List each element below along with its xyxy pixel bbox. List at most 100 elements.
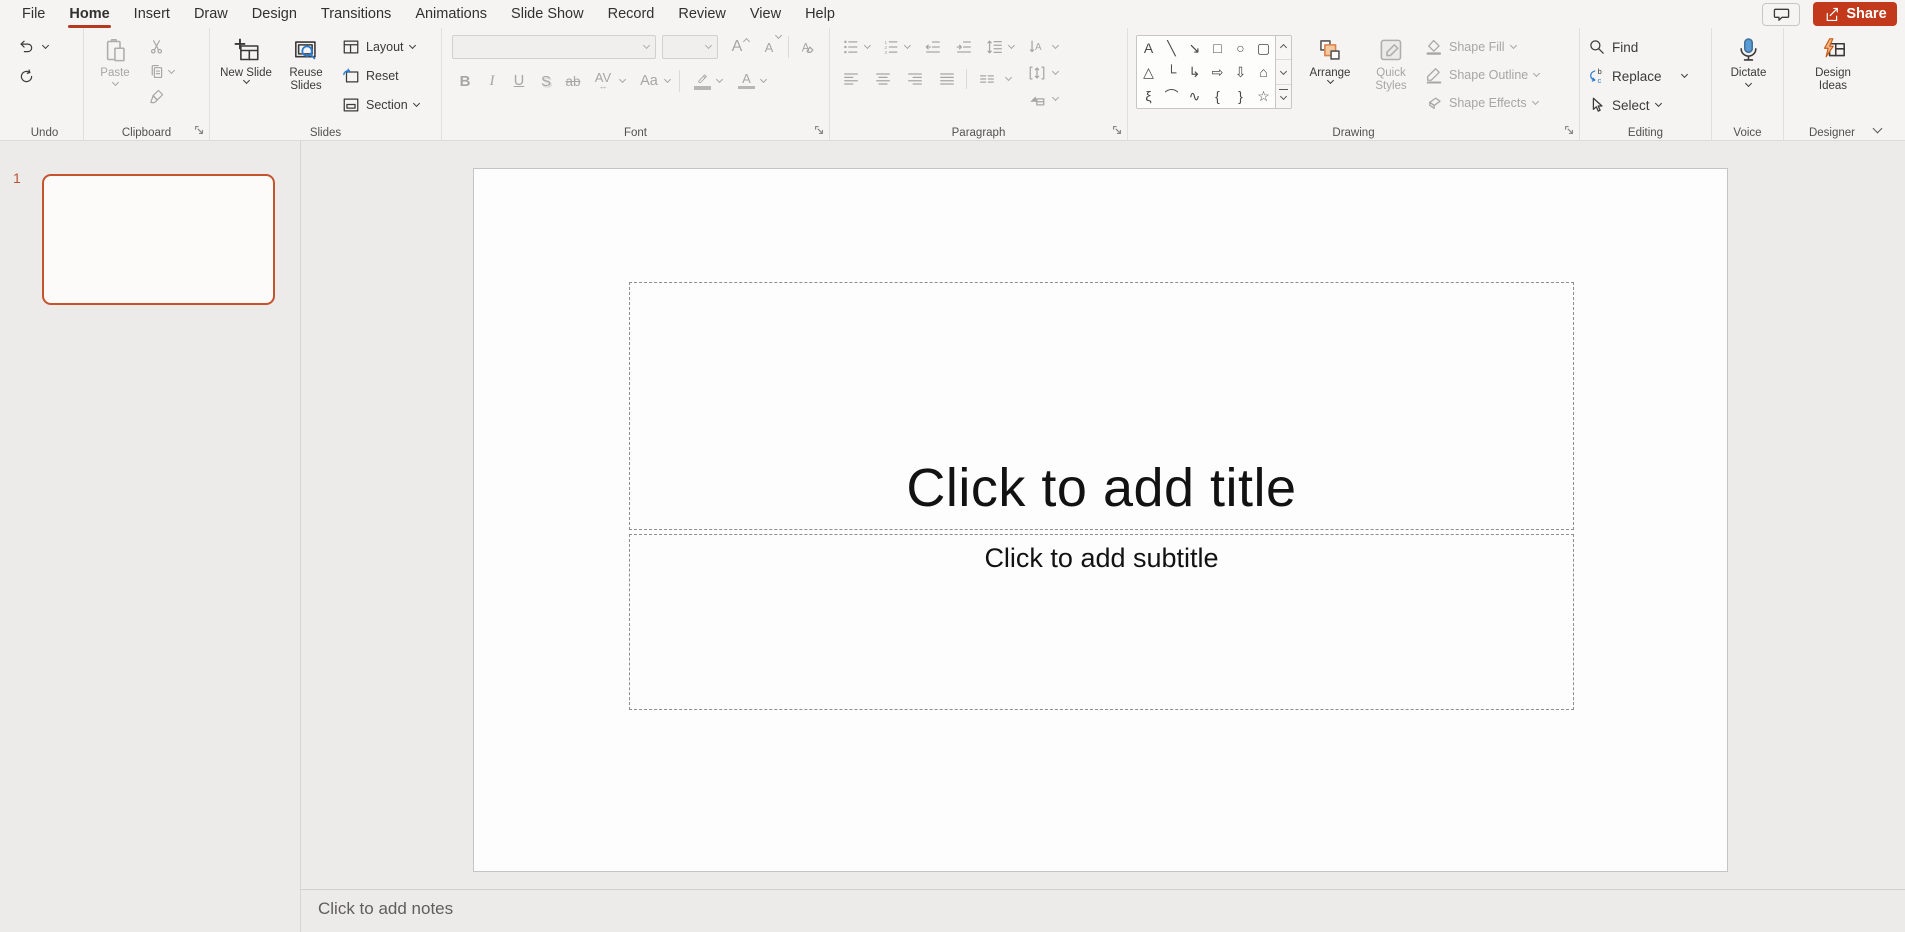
columns-button[interactable] (974, 67, 999, 90)
arrange-chevron[interactable] (1326, 76, 1334, 85)
italic-button[interactable]: I (479, 69, 505, 93)
smartart-chevron[interactable] (1051, 93, 1060, 101)
shape-scribble-icon[interactable]: ξ (1137, 84, 1160, 108)
line-spacing-chevron[interactable] (1007, 41, 1016, 49)
align-text-chevron[interactable] (1051, 67, 1060, 75)
new-slide-chevron[interactable] (242, 76, 250, 85)
text-direction-chevron[interactable] (1051, 41, 1060, 49)
design-ideas-button[interactable]: Design Ideas (1803, 35, 1863, 93)
arrange-button[interactable]: Arrange (1301, 35, 1359, 115)
align-left-button[interactable] (838, 67, 863, 90)
slide-thumbnail[interactable] (42, 174, 275, 305)
paste-dropdown-chevron[interactable] (111, 78, 119, 87)
font-color-button[interactable]: A (733, 69, 760, 93)
shape-outline-button[interactable]: Shape Outline (1425, 63, 1541, 87)
menu-tab-view[interactable]: View (738, 0, 793, 28)
bullets-chevron[interactable] (863, 41, 872, 49)
shape-right-brace-icon[interactable]: } (1229, 84, 1252, 108)
shape-elbow-arrow-icon[interactable]: ↳ (1183, 60, 1206, 84)
columns-chevron[interactable] (1004, 73, 1013, 81)
new-slide-button[interactable]: New Slide (218, 35, 274, 117)
menu-tab-review[interactable]: Review (666, 0, 738, 28)
increase-indent-button[interactable] (951, 35, 976, 58)
menu-tab-file[interactable]: File (10, 0, 57, 28)
gallery-scroll-down-button[interactable] (1276, 59, 1291, 84)
shape-arc-icon[interactable]: ⌒ (1160, 84, 1183, 108)
font-size-combobox[interactable] (662, 35, 718, 59)
subtitle-placeholder[interactable]: Click to add subtitle (629, 534, 1574, 710)
menu-tab-animations[interactable]: Animations (403, 0, 499, 28)
grow-font-button[interactable]: A (724, 35, 751, 59)
shape-left-brace-icon[interactable]: { (1206, 84, 1229, 108)
shape-text-box-icon[interactable]: A (1137, 36, 1160, 60)
shape-arrow-right-icon[interactable]: ⇨ (1206, 60, 1229, 84)
underline-button[interactable]: U (506, 69, 532, 93)
shape-line-arrow-icon[interactable]: ↘ (1183, 36, 1206, 60)
shape-arrow-down-icon[interactable]: ⇩ (1229, 60, 1252, 84)
text-direction-button[interactable] (1024, 35, 1049, 58)
undo-button[interactable] (14, 35, 39, 58)
menu-tab-record[interactable]: Record (596, 0, 667, 28)
collapse-ribbon-button[interactable] (1863, 118, 1891, 136)
copy-dropdown-chevron[interactable] (167, 66, 176, 74)
reuse-slides-button[interactable]: Reuse Slides (278, 35, 334, 117)
repeat-button[interactable] (14, 65, 39, 88)
dictate-button[interactable]: Dictate (1721, 35, 1777, 88)
undo-dropdown-chevron[interactable] (41, 41, 50, 49)
menu-tab-design[interactable]: Design (240, 0, 309, 28)
shape-effects-button[interactable]: Shape Effects (1425, 91, 1539, 115)
find-button[interactable]: Find (1588, 35, 1687, 59)
menu-tab-insert[interactable]: Insert (122, 0, 182, 28)
text-shadow-button[interactable]: S (533, 69, 559, 93)
bold-button[interactable]: B (452, 69, 478, 93)
justify-button[interactable] (934, 67, 959, 90)
shape-freeform-icon[interactable]: ⌂ (1252, 60, 1275, 84)
convert-smartart-button[interactable] (1024, 87, 1049, 110)
format-painter-button[interactable] (144, 85, 169, 108)
shape-fill-button[interactable]: Shape Fill (1425, 35, 1539, 59)
strikethrough-button[interactable]: ab (560, 69, 586, 93)
menu-tab-home[interactable]: Home (57, 0, 121, 28)
font-name-combobox[interactable] (452, 35, 656, 59)
shape-triangle-icon[interactable]: △ (1137, 60, 1160, 84)
decrease-indent-button[interactable] (920, 35, 945, 58)
shape-rectangle-icon[interactable]: □ (1206, 36, 1229, 60)
font-color-chevron[interactable] (759, 75, 768, 84)
highlight-color-button[interactable] (689, 69, 716, 93)
character-spacing-chevron[interactable] (618, 75, 627, 84)
copy-button[interactable] (144, 60, 169, 83)
character-spacing-button[interactable]: AV (587, 69, 619, 93)
numbering-chevron[interactable] (903, 41, 912, 49)
notes-pane[interactable]: Click to add notes (301, 889, 1905, 932)
clipboard-dialog-launcher[interactable] (192, 123, 206, 137)
shrink-font-button[interactable]: A (756, 31, 783, 59)
bullets-button[interactable] (838, 35, 863, 58)
shape-curve-icon[interactable]: ∿ (1183, 84, 1206, 108)
menu-tab-slideshow[interactable]: Slide Show (499, 0, 596, 28)
align-text-button[interactable] (1024, 61, 1049, 84)
dictate-chevron[interactable] (1744, 79, 1753, 88)
font-dialog-launcher[interactable] (812, 123, 826, 137)
menu-tab-transitions[interactable]: Transitions (309, 0, 403, 28)
select-button[interactable]: Select (1588, 93, 1687, 117)
slide-canvas[interactable]: Click to add title Click to add subtitle (473, 168, 1728, 872)
share-button[interactable]: Share (1813, 2, 1897, 26)
paste-button[interactable]: Paste (92, 35, 138, 108)
clear-formatting-button[interactable] (795, 35, 821, 59)
menu-tab-draw[interactable]: Draw (182, 0, 240, 28)
align-right-button[interactable] (902, 67, 927, 90)
drawing-dialog-launcher[interactable] (1562, 123, 1576, 137)
section-button[interactable]: Section (342, 93, 420, 117)
gallery-scroll-up-button[interactable] (1276, 36, 1291, 60)
align-center-button[interactable] (870, 67, 895, 90)
highlight-color-chevron[interactable] (715, 75, 724, 84)
shape-line-icon[interactable]: ╲ (1160, 36, 1183, 60)
quick-styles-button[interactable]: Quick Styles (1368, 35, 1414, 115)
cut-button[interactable] (144, 35, 169, 58)
shape-oval-icon[interactable]: ○ (1229, 36, 1252, 60)
shape-star-icon[interactable]: ☆ (1252, 84, 1275, 108)
title-placeholder[interactable]: Click to add title (629, 282, 1574, 530)
gallery-more-button[interactable] (1276, 83, 1291, 108)
paragraph-dialog-launcher[interactable] (1110, 123, 1124, 137)
menu-tab-help[interactable]: Help (793, 0, 847, 28)
